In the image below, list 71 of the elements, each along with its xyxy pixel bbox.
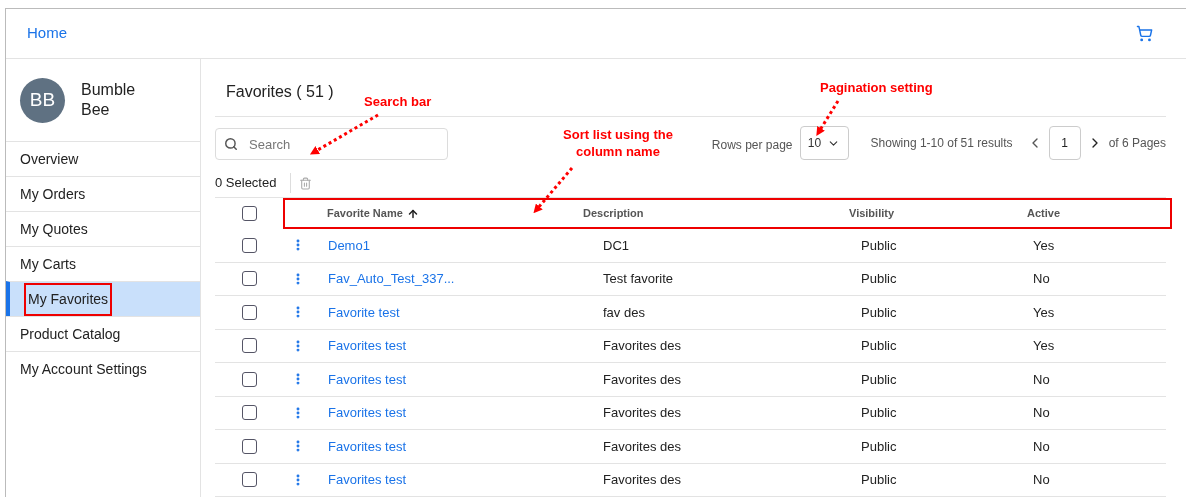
column-header[interactable]: Visibility [849,205,895,222]
favorite-name-link[interactable]: Fav_Auto_Test_337... [328,269,455,289]
annotation-label: Search bar [364,93,432,110]
annotation-arrow [309,113,379,155]
sort-arrow-icon [406,207,419,220]
table-cell-text: No [1033,437,1050,456]
favorite-name-link[interactable]: Demo1 [328,235,370,255]
table-cell-text: Public [861,404,897,422]
table-cell-text: Yes [1033,337,1055,355]
page-count: of 6 Pages [1108,135,1166,153]
row-checkbox[interactable] [241,271,257,287]
column-header[interactable]: Description [583,205,644,222]
table-cell-text: Public [861,303,897,322]
table-cell-text: No [1033,404,1050,422]
selected-count: 0 Selected [215,173,292,193]
column-header[interactable]: Favorite Name [327,205,419,222]
sidebar-item[interactable]: Overview [6,141,200,176]
table-cell-text: Favorites des [603,437,682,456]
rows-per-page-select[interactable]: 10 [799,126,849,161]
table-cell-text: Public [861,471,897,489]
rows-per-page-label: Rows per page [711,137,793,155]
user-name: Bumble Bee [81,80,137,120]
page-number-field[interactable]: 1 [1048,126,1081,161]
favorite-name-link[interactable]: Favorites test [328,336,407,356]
results-summary: Showing 1-10 of 51 results [870,135,1013,153]
sidebar-item[interactable]: Product Catalog [6,316,200,351]
table-cell-text: No [1033,270,1050,288]
annotation-label: Sort list using the column name [562,126,674,160]
row-checkbox[interactable] [241,405,257,421]
row-checkbox[interactable] [241,438,257,454]
row-checkbox[interactable] [241,304,257,320]
row-checkbox[interactable] [241,338,257,354]
sidebar-item[interactable]: My Quotes [6,211,200,246]
table-cell-text: No [1033,471,1050,489]
table-cell-text: fav des [603,303,645,322]
table-cell-text: No [1033,370,1050,389]
sidebar-item[interactable]: My Orders [6,176,200,211]
table-cell-text: Public [861,337,897,355]
table-cell-text: Public [861,270,897,288]
favorite-name-link[interactable]: Favorites test [328,369,407,389]
table-cell-text: Public [861,236,897,255]
favorite-name-link[interactable]: Favorite test [328,302,400,322]
annotation-arrow [533,167,574,214]
select-all-checkbox[interactable] [241,206,257,221]
table-cell-text: Favorites des [603,370,682,389]
sidebar-item[interactable]: My Account Settings [6,351,200,386]
avatar: BB [20,77,65,123]
sidebar-item[interactable]: My Favorites [6,281,200,316]
table-cell-text: Public [861,437,897,456]
table-cell-text: Favorites des [603,404,682,422]
row-checkbox[interactable] [241,237,257,253]
table-cell-text: DC1 [603,236,629,255]
cart-icon[interactable] [1136,25,1153,42]
favorite-name-link[interactable]: Favorites test [328,470,407,490]
annotation-arrow [816,100,840,136]
table-cell-text: Yes [1033,303,1055,322]
table-cell-text: Favorites des [603,471,682,489]
favorite-name-link[interactable]: Favorites test [328,403,407,423]
row-checkbox[interactable] [241,371,257,387]
search-icon [224,137,238,152]
annotation-label: Pagination setting [820,79,933,96]
search-field[interactable]: Search [215,128,448,161]
table-cell-text: Yes [1033,236,1055,255]
table-cell-text: Favorites des [603,337,682,355]
column-header[interactable]: Active [1027,205,1061,222]
row-checkbox[interactable] [241,472,257,488]
favorite-name-link[interactable]: Favorites test [328,436,407,456]
table-cell-text: Test favorite [603,270,674,288]
table-cell-text: Public [861,370,897,389]
home-link[interactable]: Home [27,22,67,45]
page-title: Favorites ( 51 ) [226,82,334,103]
